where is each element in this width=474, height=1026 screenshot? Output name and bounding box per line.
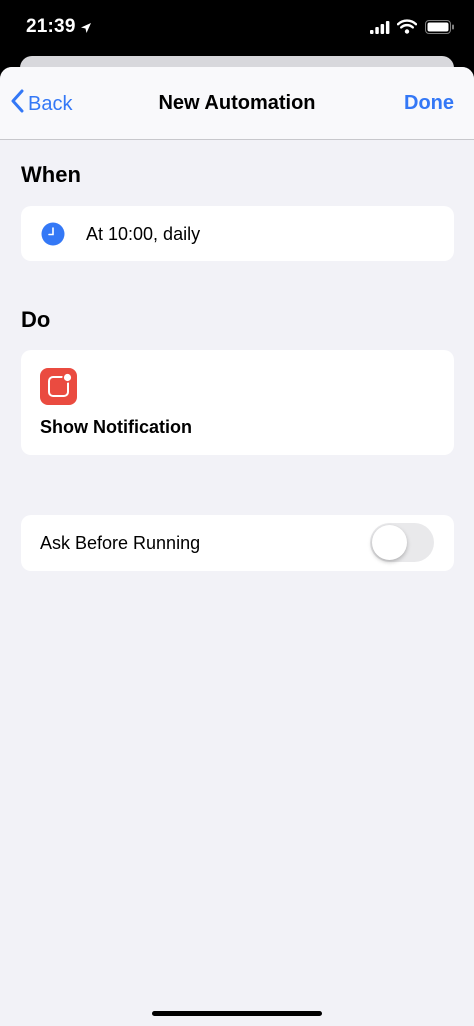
notification-icon [40, 368, 77, 405]
status-time: 21:39 [26, 16, 76, 37]
action-card[interactable]: Show Notification [21, 350, 454, 455]
home-indicator [152, 1011, 322, 1016]
ask-before-running-row: Ask Before Running [21, 515, 454, 571]
toggle-knob [372, 525, 407, 560]
battery-icon [425, 20, 455, 39]
when-heading: When [21, 162, 81, 187]
status-bar: 21:39 [0, 0, 474, 56]
ask-before-running-toggle[interactable] [370, 523, 434, 562]
navigation-bar: Back New Automation Done [0, 67, 474, 140]
action-label: Show Notification [40, 417, 192, 437]
wifi-icon [396, 19, 418, 39]
automation-sheet: Back New Automation Done When At 10:00, … [0, 67, 474, 1026]
signal-icon [370, 21, 390, 39]
trigger-text: At 10:00, daily [86, 224, 201, 244]
do-heading: Do [21, 307, 51, 332]
clock-icon [41, 222, 65, 251]
done-button[interactable]: Done [404, 92, 454, 115]
page-title: New Automation [158, 92, 316, 114]
ask-before-running-label: Ask Before Running [40, 533, 201, 553]
location-arrow-icon [80, 21, 92, 39]
trigger-row[interactable]: At 10:00, daily [21, 206, 454, 261]
